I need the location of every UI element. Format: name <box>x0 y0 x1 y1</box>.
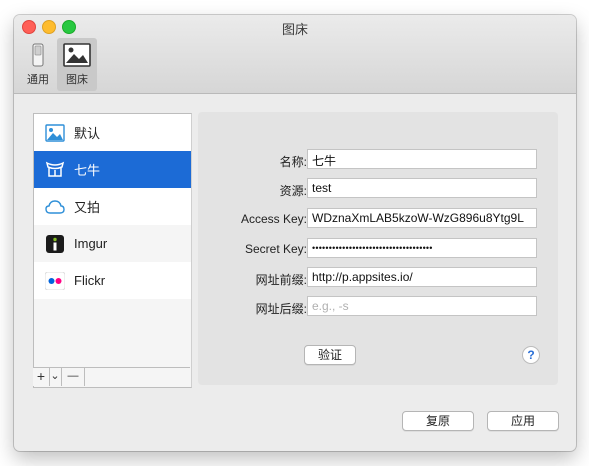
secret-key-row: Secret Key: ••••••••••••••••••••••••••••… <box>198 238 558 260</box>
list-item-default[interactable]: 默认 <box>34 114 191 151</box>
list-empty-area <box>34 299 191 369</box>
name-label: 名称: <box>279 155 307 169</box>
url-prefix-label: 网址前缀: <box>255 273 307 287</box>
list-item-upyun[interactable]: 又拍 <box>34 188 191 225</box>
tab-image-host-label: 图床 <box>66 74 88 86</box>
list-item-label: 七牛 <box>74 163 101 178</box>
tab-image-host[interactable]: 图床 <box>57 38 97 91</box>
tab-general[interactable]: 通用 <box>18 38 58 91</box>
help-button[interactable]: ? <box>522 346 540 364</box>
resource-field[interactable]: test <box>307 178 537 198</box>
list-item-label: 默认 <box>74 126 101 141</box>
default-image-icon <box>45 123 65 143</box>
list-item-label: 又拍 <box>74 200 101 215</box>
secret-key-label: Secret Key: <box>244 242 307 256</box>
qiniu-icon <box>45 160 65 180</box>
resource-row: 资源: test <box>198 178 558 200</box>
tab-general-label: 通用 <box>27 74 49 86</box>
flickr-icon <box>45 271 65 291</box>
access-key-row: Access Key: WDznaXmLAB5kzoW-WzG896u8Ytg9… <box>198 208 558 230</box>
verify-button[interactable]: 验证 <box>304 345 356 365</box>
name-field[interactable]: 七牛 <box>307 149 537 169</box>
list-item-label: Flickr <box>74 273 106 288</box>
url-suffix-field[interactable]: e.g., -s <box>307 296 537 316</box>
resource-label: 资源: <box>279 184 307 198</box>
picture-icon <box>63 43 91 67</box>
list-item-imgur[interactable]: Imgur <box>34 225 191 262</box>
list-item-flickr[interactable]: Flickr <box>34 262 191 299</box>
url-prefix-field[interactable]: http://p.appsites.io/ <box>307 267 537 287</box>
titlebar: 图床 通用 图床 <box>14 15 576 94</box>
upyun-cloud-icon <box>45 197 65 217</box>
add-service-button[interactable]: + <box>33 368 50 386</box>
list-item-label: Imgur <box>74 236 108 251</box>
list-footer-controls: + ⌄ — <box>33 367 190 386</box>
apply-button[interactable]: 应用 <box>487 411 559 431</box>
reset-button[interactable]: 复原 <box>402 411 474 431</box>
access-key-field[interactable]: WDznaXmLAB5kzoW-WzG896u8Ytg9L <box>307 208 537 228</box>
access-key-label: Access Key: <box>240 212 307 226</box>
secret-key-field[interactable]: •••••••••••••••••••••••••••••••••••• <box>307 238 537 258</box>
preferences-window: 图床 通用 图床 默认 七牛 又拍 Imgur Flickr + ⌄ — 名称:… <box>14 15 576 451</box>
remove-service-button[interactable]: — <box>62 368 85 386</box>
url-suffix-label: 网址后缀: <box>255 302 307 316</box>
url-prefix-row: 网址前缀: http://p.appsites.io/ <box>198 267 558 289</box>
imgur-icon <box>45 234 65 254</box>
add-options-dropdown[interactable]: ⌄ <box>49 368 62 386</box>
name-row: 名称: 七牛 <box>198 149 558 171</box>
service-list: 默认 七牛 又拍 Imgur Flickr <box>33 113 192 388</box>
switch-icon <box>32 43 44 67</box>
url-suffix-row: 网址后缀: e.g., -s <box>198 296 558 318</box>
list-item-qiniu[interactable]: 七牛 <box>34 151 191 188</box>
window-title: 图床 <box>281 22 308 37</box>
service-settings-panel: 名称: 七牛 资源: test Access Key: WDznaXmLAB5k… <box>198 112 558 385</box>
